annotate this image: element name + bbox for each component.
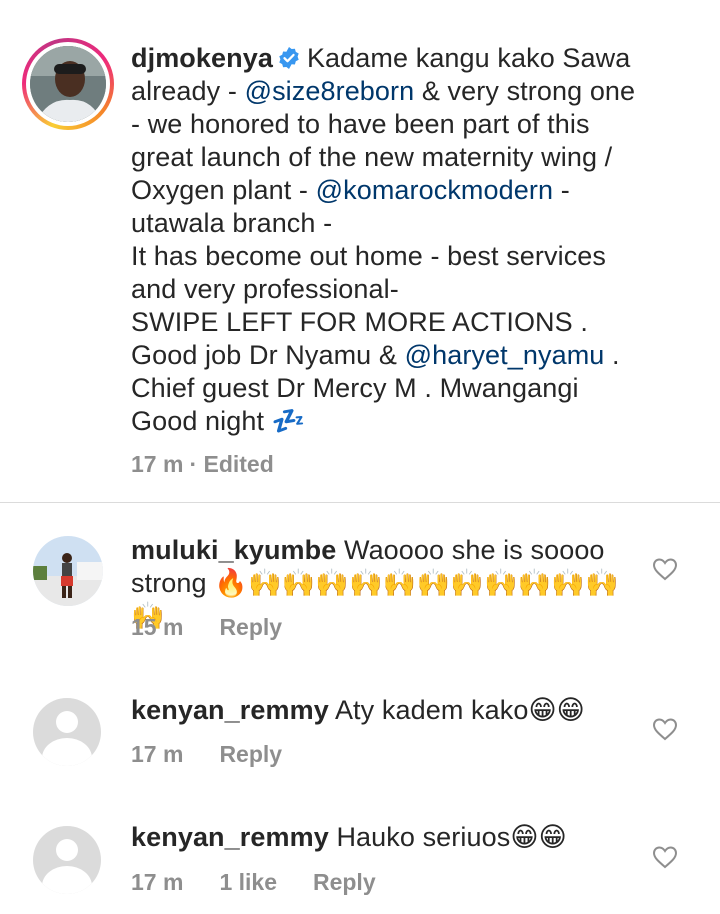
reply-button[interactable]: Reply — [219, 741, 282, 767]
comment-text: kenyan_remmy Hauko seriuos😁😁 — [131, 821, 641, 854]
caption-line-5: utawala branch - — [131, 208, 333, 238]
mention-link[interactable]: @haryet_nyamu — [405, 340, 605, 370]
caption-time: 17 m — [131, 451, 184, 477]
comment-meta: 15 m Reply — [131, 614, 318, 641]
verified-badge-icon — [279, 47, 299, 69]
comment-meta: 17 m 1 like Reply — [131, 869, 412, 896]
caption-line-4: Oxygen plant - @komarockmodern - — [131, 174, 701, 207]
reply-button[interactable]: Reply — [219, 614, 282, 640]
caption-line-3: great launch of the new maternity wing / — [131, 142, 613, 172]
author-avatar[interactable] — [22, 38, 114, 130]
caption-segment: Kadame kangu kako Sawa — [306, 43, 631, 73]
edited-label: · Edited — [189, 451, 274, 477]
mention-link[interactable]: @komarockmodern — [316, 175, 554, 205]
caption-segment: Good job Dr Nyamu & — [131, 340, 405, 370]
comment-body: Waoooo she is soooo — [343, 535, 605, 565]
reply-button[interactable]: Reply — [313, 869, 376, 895]
like-heart-icon[interactable] — [652, 717, 678, 741]
comment-text: kenyan_remmy Aty kadem kako😁😁 — [131, 694, 641, 727]
comment-meta: 17 m Reply — [131, 741, 318, 768]
caption-segment: & very strong one — [414, 76, 636, 106]
comment-time: 15 m — [131, 614, 184, 640]
mention-link[interactable]: @size8reborn — [245, 76, 415, 106]
author-username[interactable]: djmokenya — [131, 43, 273, 73]
caption-line-0: djmokenya Kadame kangu kako Sawa — [131, 42, 701, 75]
caption-line-10: Chief guest Dr Mercy M . Mwangangi — [131, 373, 579, 403]
caption-segment: Oxygen plant - — [131, 175, 316, 205]
caption-line-2: - we honored to have been part of this — [131, 109, 590, 139]
comment-time: 17 m — [131, 741, 184, 767]
author-photo — [30, 46, 106, 122]
comment-body: Hauko seriuos😁😁 — [336, 822, 567, 852]
caption-line-11: Good night 💤 — [131, 406, 306, 436]
commenter-avatar[interactable] — [33, 826, 101, 894]
comment-time: 17 m — [131, 869, 184, 895]
caption-segment: already - — [131, 76, 245, 106]
caption-line-8: SWIPE LEFT FOR MORE ACTIONS . — [131, 307, 588, 337]
like-heart-icon[interactable] — [652, 557, 678, 581]
caption-line-6: It has become out home - best services — [131, 241, 607, 271]
caption-line-7: and very professional- — [131, 274, 399, 304]
commenter-avatar[interactable] — [33, 536, 103, 606]
caption-line-9: Good job Dr Nyamu & @haryet_nyamu . — [131, 339, 701, 372]
commenter-username[interactable]: kenyan_remmy — [131, 822, 329, 852]
caption-meta: 17 m · Edited — [131, 451, 310, 478]
like-heart-icon[interactable] — [652, 845, 678, 869]
commenter-avatar[interactable] — [33, 698, 101, 766]
comment-body: Aty kadem kako😁😁 — [334, 695, 585, 725]
commenter-username[interactable]: kenyan_remmy — [131, 695, 329, 725]
commenter-username[interactable]: muluki_kyumbe — [131, 535, 336, 565]
caption-segment: - — [553, 175, 570, 205]
caption-segment: . — [604, 340, 620, 370]
caption-line-1: already - @size8reborn & very strong one — [131, 75, 701, 108]
post-caption: djmokenya Kadame kangu kako Sawa already … — [0, 0, 720, 503]
like-count[interactable]: 1 like — [219, 869, 277, 895]
caption-text: djmokenya Kadame kangu kako Sawa already … — [131, 42, 701, 438]
